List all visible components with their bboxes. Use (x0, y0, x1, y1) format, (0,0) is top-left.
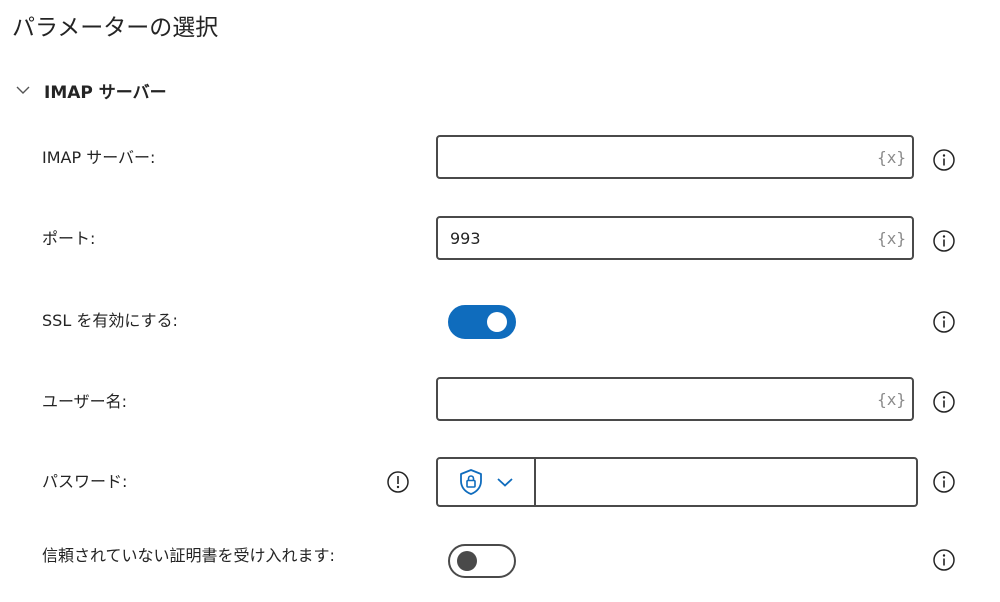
accept-untrusted-cert-label: 信頼されていない証明書を受け入れます: (42, 546, 335, 565)
username-label: ユーザー名: (42, 392, 128, 411)
enable-ssl-toggle[interactable] (448, 305, 516, 339)
accept-untrusted-cert-toggle[interactable] (448, 544, 516, 578)
username-field[interactable]: {x} (436, 377, 914, 421)
chevron-down-icon (16, 86, 30, 94)
password-type-dropdown[interactable] (438, 459, 536, 505)
variable-icon[interactable]: {x} (877, 229, 906, 248)
port-input[interactable] (438, 227, 878, 249)
chevron-down-icon (497, 478, 513, 487)
warning-icon[interactable] (386, 470, 410, 494)
port-label: ポート: (42, 229, 96, 248)
enable-ssl-label: SSL を有効にする: (42, 311, 178, 330)
imap-server-field[interactable]: {x} (436, 135, 914, 179)
imap-server-input[interactable] (438, 146, 878, 168)
info-icon[interactable] (932, 310, 956, 334)
info-icon[interactable] (932, 390, 956, 414)
section-title: IMAP サーバー (44, 82, 167, 103)
variable-icon[interactable]: {x} (877, 390, 906, 409)
info-icon[interactable] (932, 229, 956, 253)
section-header-imap[interactable]: IMAP サーバー (14, 76, 167, 104)
info-icon[interactable] (932, 548, 956, 572)
page-title: パラメーターの選択 (12, 15, 219, 41)
variable-icon[interactable]: {x} (877, 148, 906, 167)
password-field[interactable] (436, 457, 918, 507)
info-icon[interactable] (932, 470, 956, 494)
info-icon[interactable] (932, 148, 956, 172)
toggle-knob (487, 312, 507, 332)
username-input[interactable] (438, 388, 878, 410)
port-field[interactable]: {x} (436, 216, 914, 260)
password-input[interactable] (536, 459, 916, 505)
password-label: パスワード: (42, 472, 128, 491)
toggle-knob (457, 551, 477, 571)
shield-lock-icon (460, 469, 482, 495)
imap-server-label: IMAP サーバー: (42, 148, 156, 167)
